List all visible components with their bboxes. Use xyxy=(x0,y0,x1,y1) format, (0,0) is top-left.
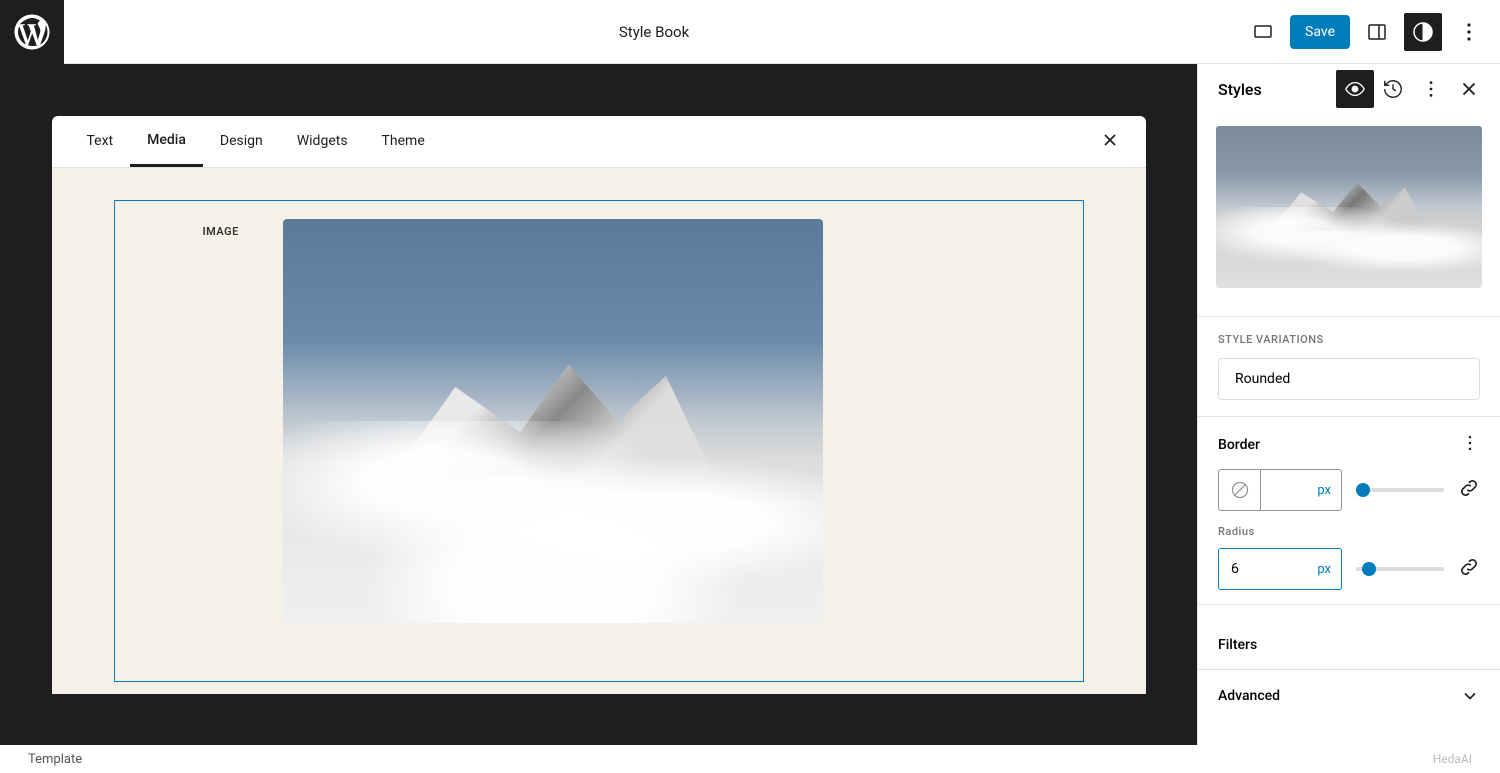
advanced-panel-button[interactable]: Advanced xyxy=(1198,670,1500,722)
radius-unit[interactable]: px xyxy=(1307,549,1341,589)
slider-thumb[interactable] xyxy=(1362,562,1376,576)
close-icon xyxy=(1458,78,1480,100)
link-icon xyxy=(1458,477,1480,499)
styles-more-button[interactable] xyxy=(1412,70,1450,108)
page-title: Style Book xyxy=(64,23,1244,41)
block-preview xyxy=(1198,114,1500,300)
link-icon xyxy=(1458,556,1480,578)
close-icon xyxy=(1100,130,1120,150)
border-width-slider[interactable] xyxy=(1356,488,1444,492)
border-input-group: px xyxy=(1218,469,1342,511)
more-vertical-icon xyxy=(1460,433,1480,453)
tab-theme[interactable]: Theme xyxy=(365,117,442,167)
options-button[interactable] xyxy=(1450,13,1488,51)
styles-toggle[interactable] xyxy=(1404,13,1442,51)
tab-design[interactable]: Design xyxy=(203,117,280,167)
link-corners-button[interactable] xyxy=(1458,556,1480,582)
styles-sidebar: Styles Style Variations Rounded Border xyxy=(1197,64,1500,745)
radius-input-group: px xyxy=(1218,548,1342,590)
radius-value-input[interactable] xyxy=(1219,549,1307,589)
chevron-down-icon xyxy=(1460,686,1480,706)
border-options-button[interactable] xyxy=(1460,433,1480,457)
example-image xyxy=(283,219,823,623)
desktop-icon xyxy=(1251,20,1275,44)
settings-sidebar-toggle[interactable] xyxy=(1358,13,1396,51)
editor-footer: Template HedaAI xyxy=(0,745,1500,773)
save-button[interactable]: Save xyxy=(1290,15,1350,49)
border-width-control: px xyxy=(1198,469,1500,511)
view-device-button[interactable] xyxy=(1244,13,1282,51)
toolbar-right: Save xyxy=(1244,13,1500,51)
breadcrumb-template[interactable]: Template xyxy=(28,752,82,767)
filters-label: Filters xyxy=(1218,637,1257,653)
radius-heading: Radius xyxy=(1198,525,1500,538)
stylebook-tabs: Text Media Design Widgets Theme xyxy=(52,116,1146,168)
history-icon xyxy=(1382,78,1404,100)
tab-text[interactable]: Text xyxy=(70,117,131,167)
eye-icon xyxy=(1344,78,1366,100)
border-heading: Border xyxy=(1218,437,1260,453)
stylebook-view-button[interactable] xyxy=(1336,70,1374,108)
preview-thumbnail xyxy=(1216,126,1482,288)
stylebook-frame: Text Media Design Widgets Theme Image xyxy=(52,116,1146,694)
wordpress-logo-button[interactable] xyxy=(0,0,64,64)
more-vertical-icon xyxy=(1420,78,1442,100)
variation-rounded[interactable]: Rounded xyxy=(1218,358,1480,400)
image-block-preview[interactable]: Image xyxy=(114,200,1084,682)
no-color-icon xyxy=(1230,480,1250,500)
sidebar-icon xyxy=(1365,20,1389,44)
stylebook-body: Image xyxy=(52,168,1146,694)
filters-panel-button[interactable]: Filters xyxy=(1198,621,1500,669)
footer-brand: HedaAI xyxy=(1433,752,1472,766)
border-color-button[interactable] xyxy=(1219,470,1261,510)
advanced-label: Advanced xyxy=(1218,688,1280,704)
border-radius-slider[interactable] xyxy=(1356,567,1444,571)
block-type-label: Image xyxy=(203,219,283,621)
style-variations-section: Style Variations Rounded xyxy=(1198,333,1500,400)
border-radius-control: px xyxy=(1198,548,1500,590)
sidebar-header: Styles xyxy=(1198,64,1500,114)
link-sides-button[interactable] xyxy=(1458,477,1480,503)
tab-widgets[interactable]: Widgets xyxy=(280,117,365,167)
revisions-button[interactable] xyxy=(1374,70,1412,108)
border-panel-header: Border xyxy=(1198,433,1500,457)
styles-contrast-icon xyxy=(1411,20,1435,44)
close-stylebook-button[interactable] xyxy=(1092,122,1128,162)
wordpress-icon xyxy=(11,11,53,53)
style-variations-heading: Style Variations xyxy=(1218,333,1480,346)
tab-media[interactable]: Media xyxy=(130,116,203,167)
more-vertical-icon xyxy=(1457,20,1481,44)
sidebar-title: Styles xyxy=(1218,80,1336,99)
border-width-unit[interactable]: px xyxy=(1261,470,1341,510)
top-toolbar: Style Book Save xyxy=(0,0,1500,64)
editor-canvas-area: Text Media Design Widgets Theme Image xyxy=(0,64,1197,745)
close-sidebar-button[interactable] xyxy=(1450,70,1488,108)
slider-thumb[interactable] xyxy=(1356,483,1370,497)
